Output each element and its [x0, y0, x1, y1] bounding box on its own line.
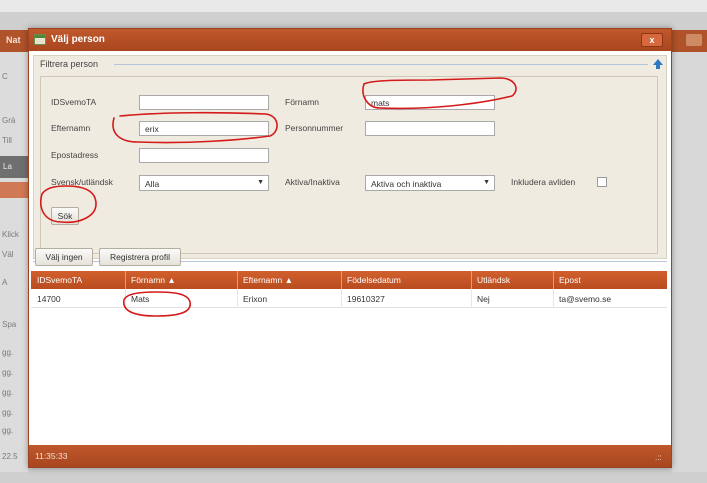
background-title: Nat — [6, 35, 21, 45]
column-divider — [237, 289, 238, 308]
background-text: 22.5 — [2, 452, 18, 461]
filter-panel: Filtrera person IDSvemoTA Förnamn Eftern… — [33, 55, 667, 259]
search-button[interactable]: Sök — [51, 207, 79, 225]
column-header-fornamn[interactable]: Förnamn ▲ — [131, 275, 176, 285]
collapse-arrow-icon[interactable] — [652, 58, 664, 70]
background-text: gg. — [2, 426, 14, 435]
personnummer-input[interactable] — [365, 121, 495, 136]
cell-idsvemota: 14700 — [37, 294, 61, 304]
epost-input[interactable] — [139, 148, 269, 163]
column-divider — [125, 271, 126, 289]
efternamn-label: Efternamn — [51, 123, 91, 133]
svensk-select-value: Alla — [145, 179, 160, 189]
aktiva-label: Aktiva/Inaktiva — [285, 177, 340, 187]
cell-fornamn: Mats — [131, 294, 150, 304]
background-text: gg. — [2, 408, 14, 417]
column-divider — [341, 271, 342, 289]
background-text: gg. — [2, 348, 14, 357]
background-text: Spa — [2, 320, 17, 329]
cell-epost: ta@svemo.se — [559, 294, 612, 304]
background-text: gg. — [2, 368, 14, 377]
column-divider — [471, 271, 472, 289]
background-right-panel — [672, 52, 707, 472]
avliden-label: Inkludera avliden — [511, 177, 576, 187]
avliden-checkbox[interactable] — [597, 177, 607, 187]
register-profile-button[interactable]: Registrera profil — [99, 248, 181, 266]
background-topbar — [0, 0, 707, 12]
column-divider — [341, 289, 342, 308]
background-close-button[interactable] — [686, 34, 702, 46]
dialog-titlebar: Välj person x — [29, 29, 671, 51]
status-bar: 11:35:33 .:: — [29, 445, 671, 467]
select-person-dialog: Välj person x Filtrera person IDSvemoTA … — [28, 28, 672, 468]
cell-efternamn: Erixon — [243, 294, 268, 304]
background-text: gg. — [2, 388, 14, 397]
column-header-utlandsk[interactable]: Utländsk — [477, 275, 510, 285]
table-header: IDSvemoTA Förnamn ▲ Efternamn ▲ Födelsed… — [31, 271, 667, 289]
background-text: Till — [2, 136, 12, 145]
table-empty-area — [31, 308, 667, 440]
aktiva-select[interactable]: Aktiva och inaktiva ▼ — [365, 175, 495, 191]
dialog-title: Välj person — [51, 34, 105, 45]
background-text: Väl — [2, 250, 14, 259]
column-header-efternamn[interactable]: Efternamn ▲ — [243, 275, 293, 285]
column-header-fodelsedatum[interactable]: Födelsedatum — [347, 275, 401, 285]
efternamn-input[interactable] — [139, 121, 269, 136]
filter-legend: Filtrera person — [40, 59, 103, 69]
column-divider — [237, 271, 238, 289]
background-text: La — [3, 162, 12, 171]
cell-fodelsedatum: 19610327 — [347, 294, 385, 304]
idsvemota-input[interactable] — [139, 95, 269, 110]
cell-utlandsk: Nej — [477, 294, 490, 304]
resize-grip-icon[interactable]: .:: — [655, 453, 662, 462]
chevron-down-icon: ▼ — [483, 179, 490, 186]
table-row[interactable]: 14700 Mats Erixon 19610327 Nej ta@svemo.… — [31, 289, 667, 308]
background-left-panel: C Grä Till Klick Väl A Spa gg. gg. gg. g… — [0, 52, 28, 472]
fornamn-label: Förnamn — [285, 97, 320, 107]
background-left-bar: La — [0, 156, 28, 178]
background-text: C — [2, 72, 8, 81]
select-none-button[interactable]: Välj ingen — [35, 248, 93, 266]
column-divider — [553, 271, 554, 289]
epost-label: Epostadress — [51, 150, 99, 160]
window-icon — [34, 34, 46, 45]
chevron-down-icon: ▼ — [257, 179, 264, 186]
background-text: A — [2, 278, 8, 287]
svensk-label: Svensk/utländsk — [51, 177, 113, 187]
column-divider — [125, 289, 126, 308]
svensk-select[interactable]: Alla ▼ — [139, 175, 269, 191]
column-header-idsvemota[interactable]: IDSvemoTA — [37, 275, 82, 285]
status-time: 11:35:33 — [35, 451, 68, 461]
close-button[interactable]: x — [641, 33, 663, 47]
fornamn-input[interactable] — [365, 95, 495, 110]
column-divider — [553, 289, 554, 308]
background-text: Klick — [2, 230, 19, 239]
idsvemota-label: IDSvemoTA — [51, 97, 97, 107]
background-left-bar-accent — [0, 182, 28, 198]
personnummer-label: Personnummer — [285, 123, 344, 133]
column-divider — [471, 289, 472, 308]
filter-form: IDSvemoTA Förnamn Efternamn Personnummer… — [40, 76, 658, 254]
column-header-epost[interactable]: Epost — [559, 275, 581, 285]
background-text: Grä — [2, 116, 16, 125]
legend-divider — [114, 64, 648, 65]
aktiva-select-value: Aktiva och inaktiva — [371, 179, 442, 189]
